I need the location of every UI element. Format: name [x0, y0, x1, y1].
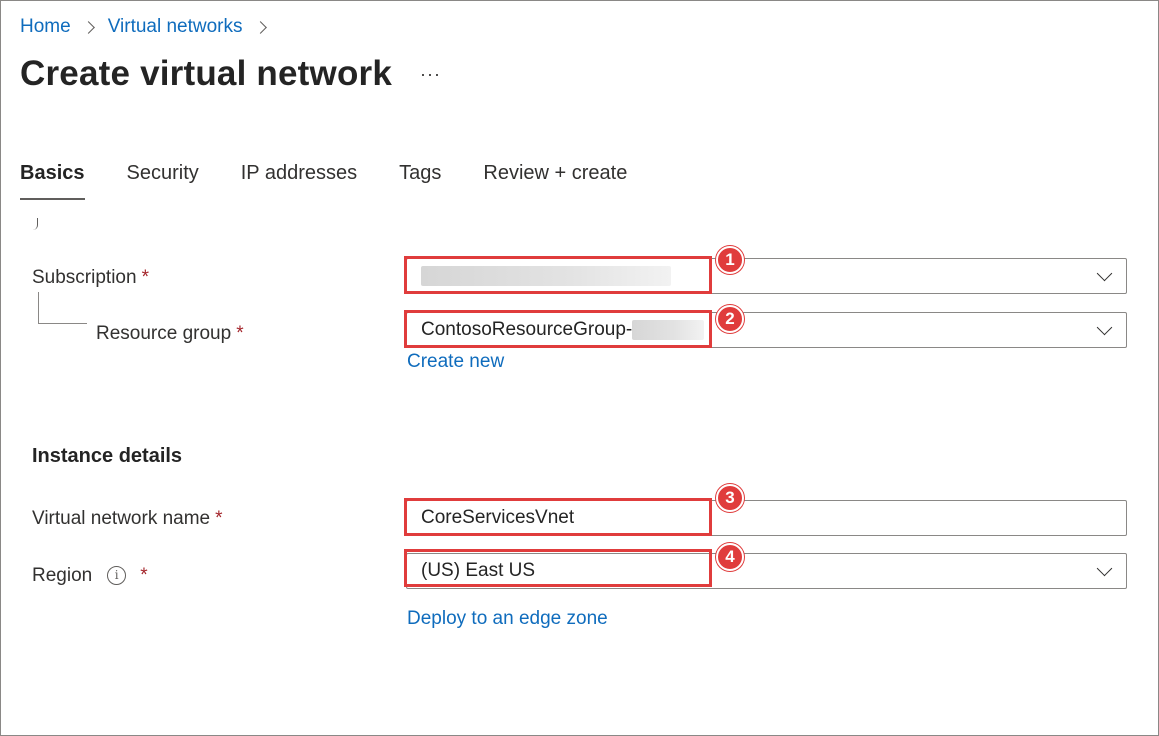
- chevron-right-icon: [253, 20, 267, 34]
- vnet-name-label: Virtual network name *: [32, 508, 223, 530]
- page-title: Create virtual network: [20, 54, 393, 93]
- callout-highlight-2: [404, 310, 712, 348]
- tab-ip-addresses[interactable]: IP addresses: [241, 158, 357, 200]
- subscription-label-text: Subscription: [32, 267, 137, 288]
- callout-badge-4: 4: [716, 543, 744, 571]
- required-marker: *: [215, 508, 223, 529]
- create-new-link[interactable]: Create new: [407, 351, 504, 373]
- breadcrumb: Home Virtual networks: [20, 14, 280, 40]
- breadcrumb-home-link[interactable]: Home: [20, 16, 71, 38]
- callout-highlight-1: [404, 256, 712, 294]
- region-label: Region i *: [32, 565, 148, 587]
- resource-group-label: Resource group *: [96, 323, 244, 345]
- info-icon[interactable]: i: [107, 566, 127, 585]
- vnet-name-label-text: Virtual network name: [32, 508, 211, 529]
- more-options-icon[interactable]: ···: [420, 64, 441, 85]
- region-label-text: Region: [32, 565, 93, 586]
- tab-bar: Basics Security IP addresses Tags Review…: [20, 158, 669, 200]
- callout-badge-1: 1: [716, 246, 744, 274]
- callout-badge-3: 3: [716, 484, 744, 512]
- chevron-right-icon: [81, 20, 95, 34]
- required-marker: *: [236, 323, 244, 344]
- tree-connector: [38, 292, 87, 324]
- chevron-down-icon: [1096, 560, 1113, 577]
- subscription-label: Subscription *: [32, 267, 149, 289]
- breadcrumb-virtual-networks-link[interactable]: Virtual networks: [108, 16, 243, 38]
- callout-badge-2: 2: [716, 305, 744, 333]
- resource-group-label-text: Resource group: [96, 323, 232, 344]
- tab-tags[interactable]: Tags: [399, 158, 441, 200]
- callout-highlight-3: [404, 498, 712, 536]
- callout-highlight-4: [404, 549, 712, 587]
- tab-basics[interactable]: Basics: [20, 158, 85, 200]
- tab-security[interactable]: Security: [127, 158, 199, 200]
- deploy-edge-zone-link[interactable]: Deploy to an edge zone: [407, 608, 608, 630]
- instance-details-heading: Instance details: [32, 445, 183, 467]
- tab-review-create[interactable]: Review + create: [483, 158, 627, 200]
- required-marker: *: [140, 565, 148, 586]
- chevron-down-icon: [1096, 319, 1113, 336]
- required-marker: *: [141, 267, 149, 288]
- chevron-down-icon: [1096, 265, 1113, 282]
